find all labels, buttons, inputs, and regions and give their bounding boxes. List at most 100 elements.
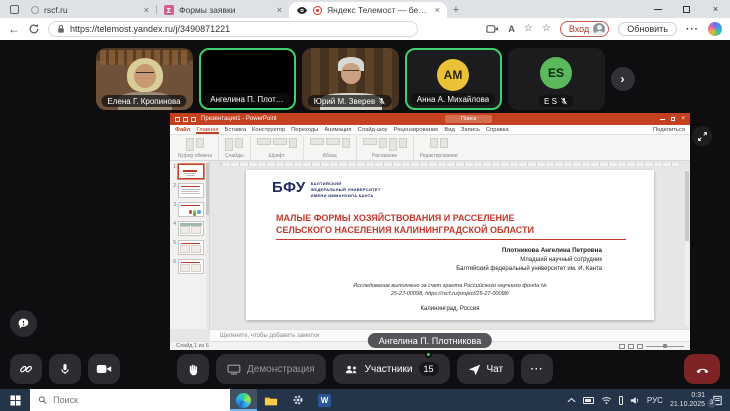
address-bar[interactable]: https://telemost.yandex.ru/j/3490871221 (48, 21, 418, 37)
mic-muted-icon (378, 97, 386, 105)
participant-tile-es[interactable]: ES E S (508, 48, 605, 110)
notification-center[interactable]: 3 (712, 395, 723, 406)
close-icon[interactable]: × (277, 6, 282, 15)
ribbon-group-font[interactable]: Шрифт (251, 136, 304, 160)
tab-insert[interactable]: Вставка (225, 127, 247, 133)
camera-button[interactable] (88, 354, 120, 384)
tab-animations[interactable]: Анимация (324, 127, 351, 133)
microphone-button[interactable] (49, 354, 81, 384)
ribbon-group-clipboard[interactable]: Буфер обмена (172, 136, 219, 160)
close-icon[interactable]: × (144, 6, 149, 15)
tab-title: Яндекс Телемост — беспла… (327, 5, 430, 15)
tab-actions-button[interactable] (4, 2, 24, 17)
slide-thumbnail-3[interactable]: 3 (172, 202, 205, 217)
signin-button[interactable]: Вход (560, 21, 609, 37)
participants-button[interactable]: Участники 15 (333, 354, 450, 384)
tab-home[interactable]: Главная (196, 125, 218, 134)
back-button[interactable]: ← (8, 23, 20, 35)
slide-thumbnail-4[interactable]: 4 (172, 221, 205, 236)
tab-slideshow[interactable]: Слайд-шоу (358, 127, 388, 133)
slide-1[interactable]: БФУ БАЛТИЙСКИЙ ФЕДЕРАЛЬНЫЙ УНИВЕРСИТЕТ И… (246, 170, 654, 320)
ribbon-group-slides[interactable]: Слайды (219, 136, 251, 160)
end-call-button[interactable] (684, 354, 720, 384)
raise-hand-button[interactable] (177, 354, 209, 384)
restore-icon[interactable] (671, 117, 675, 121)
language-indicator[interactable]: РУС (647, 396, 663, 405)
refresh-button[interactable] (28, 23, 40, 35)
start-button[interactable] (0, 389, 30, 411)
tab-transitions[interactable]: Переходы (291, 127, 318, 133)
copy-link-button[interactable] (10, 354, 42, 384)
chevron-up-icon[interactable] (567, 397, 576, 403)
camera-icon (96, 363, 112, 375)
feedback-button[interactable] (10, 310, 37, 337)
taskbar-edge[interactable] (230, 389, 257, 411)
tab-view[interactable]: Вид (444, 127, 455, 133)
chat-button[interactable]: Чат (456, 354, 514, 384)
tab-telemost-active[interactable]: Яндекс Телемост — беспла… × (289, 2, 447, 18)
screen-share-button[interactable]: Демонстрация (216, 354, 326, 384)
taskbar-explorer[interactable] (257, 389, 284, 411)
word-icon: W (318, 394, 331, 407)
taskbar-settings[interactable] (284, 389, 311, 411)
ribbon-group-paragraph[interactable]: Абзац (304, 136, 357, 160)
ppt-window-controls: × (660, 116, 685, 122)
browser-menu-icon[interactable]: ··· (686, 24, 699, 35)
people-icon (344, 364, 359, 375)
participant-name: E S (538, 95, 574, 107)
tab-review[interactable]: Рецензирование (394, 127, 439, 133)
speaker-icon[interactable] (630, 396, 640, 405)
restore-button[interactable] (672, 0, 701, 18)
tab-rscf[interactable]: rscf.ru × (24, 2, 156, 18)
slide-thumbnail-1[interactable]: 1 (172, 164, 205, 179)
taskbar-search[interactable] (30, 389, 230, 411)
video-call-icon[interactable] (486, 24, 499, 34)
tab-help[interactable]: Справка (486, 127, 509, 133)
slide-thumbnail-5[interactable]: 5 (172, 240, 205, 255)
close-window-button[interactable]: × (701, 0, 730, 18)
time: 0:31 (691, 392, 705, 399)
bfu-logo: БФУ (272, 180, 306, 195)
tab-file[interactable]: Файл (175, 127, 190, 133)
copilot-icon[interactable] (708, 22, 722, 36)
screen-icon (227, 364, 241, 375)
slide-thumbnail-2[interactable]: 2 (172, 183, 205, 198)
minimize-button[interactable] (643, 0, 672, 18)
participant-name: Анна А. Михайлова (411, 93, 495, 105)
participant-tile-plotnikova[interactable]: Ангелина П. Плотнико… (199, 48, 296, 110)
view-controls[interactable] (619, 344, 684, 349)
search-input[interactable] (53, 395, 222, 405)
taskbar-word[interactable]: W (311, 389, 338, 411)
close-icon[interactable]: × (435, 6, 440, 15)
participant-tile-zverev[interactable]: Юрий М. Зверев (302, 48, 399, 110)
clock[interactable]: 0:31 21.10.2025 (670, 391, 705, 409)
more-options-button[interactable]: ··· (521, 354, 553, 384)
ppt-search-box[interactable]: Поиск (445, 115, 492, 123)
collections-icon[interactable]: ☆ (542, 24, 551, 34)
tab-forms[interactable]: Σ Формы заявки × (157, 2, 289, 18)
canvas-scrollbar[interactable] (685, 170, 689, 326)
slide-thumbnail-6[interactable]: 6 (172, 259, 205, 274)
read-aloud-icon[interactable]: A (508, 24, 515, 34)
new-tab-button[interactable]: + (447, 4, 465, 16)
slide-thumbnail-pane: 1 2 3 4 5 6 (170, 161, 210, 329)
close-icon[interactable]: × (681, 116, 685, 122)
usb-device-icon[interactable] (619, 396, 623, 405)
tab-design[interactable]: Конструктор (252, 127, 285, 133)
minimize-icon[interactable] (660, 119, 665, 120)
favorites-star-icon[interactable]: ☆ (524, 24, 533, 34)
share-button[interactable]: Поделиться (653, 127, 685, 133)
ribbon-group-editing[interactable]: Редактирование (414, 136, 464, 160)
update-browser-button[interactable]: Обновить (618, 22, 677, 36)
profile-avatar (593, 23, 605, 35)
participant-tile-mikhailova[interactable]: AM Анна А. Михайлова (405, 48, 502, 110)
battery-icon[interactable] (583, 397, 594, 404)
expand-share-button[interactable] (692, 126, 712, 146)
tab-record[interactable]: Запись (461, 127, 480, 133)
wifi-icon[interactable] (601, 396, 612, 405)
ribbon-group-drawing[interactable]: Рисование (357, 136, 414, 160)
participant-tile-kropinova[interactable]: Елена Г. Кропинова (96, 48, 193, 110)
zoom-slider[interactable] (646, 346, 684, 347)
thumbnail-scrollbar[interactable] (206, 161, 209, 329)
next-participants-button[interactable]: › (611, 67, 635, 91)
